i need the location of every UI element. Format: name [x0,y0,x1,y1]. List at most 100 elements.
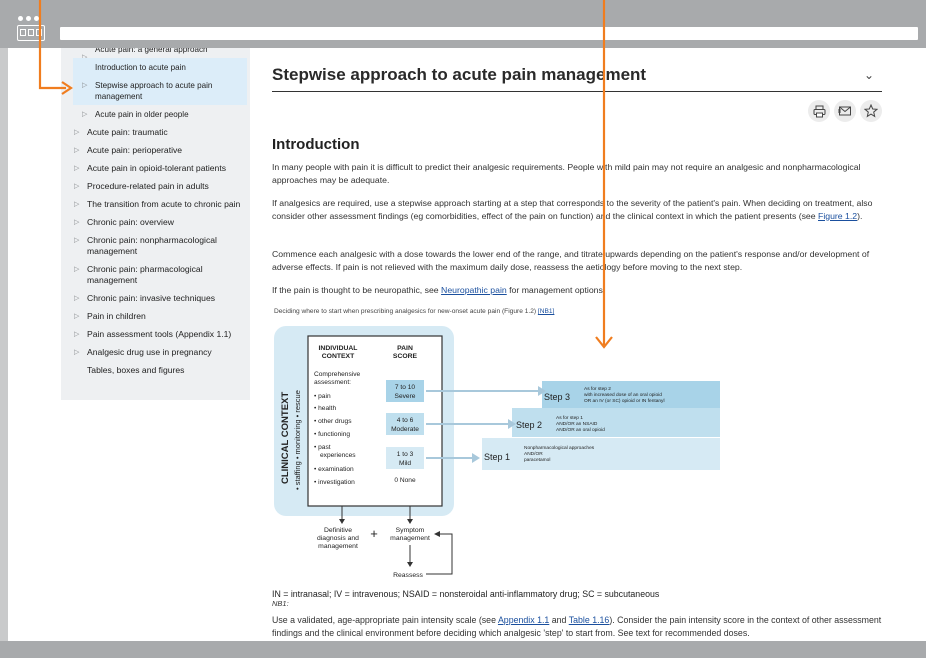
step-text: As for step 1 [556,415,583,421]
abbreviations: IN = intranasal; IV = intravenous; NSAID… [272,589,660,599]
sidebar: ▷ Acute pain: a general approach Introduct… [61,48,250,400]
page-viewport: ▷ Acute pain: a general approach Introduct… [8,48,926,641]
step-text: OR an IV (or SC) opioid or IN fentanyl [584,398,665,404]
step2-block [512,408,720,437]
step-name: Step 2 [516,420,542,430]
sidebar-item[interactable]: ▷ Acute pain in opioid-tolerant patients [73,159,247,177]
sidebar-item-label: Introduction to acute pain [95,63,186,72]
assessment-item: • investigation [314,479,355,486]
sidebar-item[interactable]: ▷ Pain assessment tools (Appendix 1.1) [73,325,247,343]
table-link[interactable]: Table 1.16 [569,615,610,625]
sidebar-item[interactable]: ▷ Chronic pain: pharmacological managemen… [73,260,247,289]
section-header[interactable]: Stepwise approach to acute pain manageme… [272,64,882,92]
print-button[interactable] [808,100,830,122]
chevron-right-icon[interactable]: ▷ [74,163,79,174]
toolbar [808,100,882,122]
star-icon [864,104,878,118]
sidebar-item[interactable]: ▷ Analgesic drug use in pregnancy [73,343,247,361]
sidebar-item[interactable]: ▷ Stepwise approach to acute pain managem… [73,76,247,105]
sidebar-item-label: Chronic pain: invasive techniques [87,293,216,303]
paragraph: If analgesics are required, use a stepwi… [272,197,884,222]
chevron-right-icon[interactable]: ▷ [74,264,79,275]
pain-score-head: SCORE [393,353,418,360]
individual-head: INDIVIDUAL [319,345,358,352]
sidebar-item[interactable]: ▷ Acute pain in older people [73,105,247,123]
sidebar-item[interactable]: ▷ Acute pain: a general approach [73,48,247,58]
chevron-right-icon[interactable]: ▷ [74,347,79,358]
chevron-right-icon[interactable]: ▷ [74,145,79,156]
neuropathic-link[interactable]: Neuropathic pain [441,285,507,295]
figure-link[interactable]: Figure 1.2 [818,211,857,221]
symptom-text: management [390,535,430,542]
chevron-right-icon[interactable]: ▷ [74,235,79,246]
tabs-overview-icon[interactable] [17,25,45,41]
sidebar-item[interactable]: ▷ Chronic pain: overview [73,213,247,231]
chevron-right-icon[interactable]: ▷ [74,181,79,192]
text: Deciding where to start when prescribing… [274,308,538,315]
assessment-item: experiences [320,452,356,459]
chevron-right-icon[interactable]: ▷ [82,80,87,91]
chevron-down-icon[interactable]: ⌄ [864,68,874,82]
reassess-text: Reassess [393,572,423,579]
step-text: Nonpharmacological approaches [524,445,595,451]
text: Use a validated, age-appropriate pain in… [272,615,498,625]
step-text: As for step 2 [584,386,611,392]
nb-label: NB1: [272,599,289,608]
sidebar-item[interactable]: ▷ Acute pain: traumatic [73,123,247,141]
chevron-right-icon[interactable]: ▷ [74,127,79,138]
text: If the pain is thought to be neuropathic… [272,285,442,295]
appendix-link[interactable]: Appendix 1.1 [498,615,549,625]
score-label: Moderate [391,426,419,433]
assessment-head: assessment: [314,379,351,386]
sidebar-item[interactable]: ▷ Pain in children [73,307,247,325]
sidebar-item[interactable]: ▷ The transition from acute to chronic pa… [73,195,247,213]
sidebar-item-label: The transition from acute to chronic pai… [87,199,241,209]
figure-caption: Deciding where to start when prescribing… [274,308,554,315]
score-none: 0 None [394,477,416,484]
assessment-item: • examination [314,466,354,473]
text: If analgesics are required, use a stepwi… [272,198,873,221]
arrowhead-icon [339,519,345,524]
email-button[interactable] [834,100,856,122]
clinical-context-sub: • staffing • monitoring • rescue [293,390,302,490]
chevron-right-icon[interactable]: ▷ [74,217,79,228]
chevron-right-icon[interactable]: ▷ [74,311,79,322]
print-icon [813,105,825,117]
chevron-right-icon[interactable]: ▷ [74,329,79,340]
sidebar-item[interactable]: Tables, boxes and figures [73,361,247,379]
sidebar-item-label: Chronic pain: nonpharmacological managem… [87,235,217,256]
pain-score-head: PAIN [397,345,413,352]
assessment-item: • other drugs [314,418,352,425]
sidebar-item-label: Acute pain in older people [95,110,189,119]
sidebar-item-label: Pain in children [87,311,146,321]
email-icon [838,106,851,116]
sidebar-item[interactable]: ▷ Procedure-related pain in adults [73,177,247,195]
favourite-button[interactable] [860,100,882,122]
score-range: 1 to 3 [397,451,414,458]
sidebar-item-label: Tables, boxes and figures [87,365,185,375]
step-text: AND/OR an NSAID [556,421,598,427]
sidebar-item-label: Acute pain: perioperative [87,145,183,155]
assessment-head: Comprehensive [314,371,361,378]
assessment-item: • functioning [314,431,350,438]
sidebar-item[interactable]: ▷ Chronic pain: invasive techniques [73,289,247,307]
clinical-context-label: CLINICAL CONTEXT [280,392,291,484]
score-label: Mild [399,460,411,467]
sidebar-item[interactable]: Introduction to acute pain [73,58,247,76]
individual-head: CONTEXT [322,353,355,360]
nb-link[interactable]: [NB1] [538,308,555,315]
address-bar[interactable] [60,27,918,40]
symptom-text: Symptom [396,527,425,534]
chevron-right-icon[interactable]: ▷ [74,293,79,304]
sidebar-item[interactable]: ▷ Acute pain: perioperative [73,141,247,159]
definitive-text: management [318,543,358,550]
text: ). [857,210,863,221]
chevron-right-icon[interactable]: ▷ [74,199,79,210]
chevron-right-icon[interactable]: ▷ [82,109,87,120]
sidebar-item-label: Chronic pain: overview [87,217,174,227]
paragraph: Commence each analgesic with a dose towa… [272,249,870,272]
arrowhead-icon [472,453,480,463]
score-label: Severe [395,393,416,400]
window-dots-icon[interactable] [18,16,39,21]
sidebar-item[interactable]: ▷ Chronic pain: nonpharmacological manage… [73,231,247,260]
